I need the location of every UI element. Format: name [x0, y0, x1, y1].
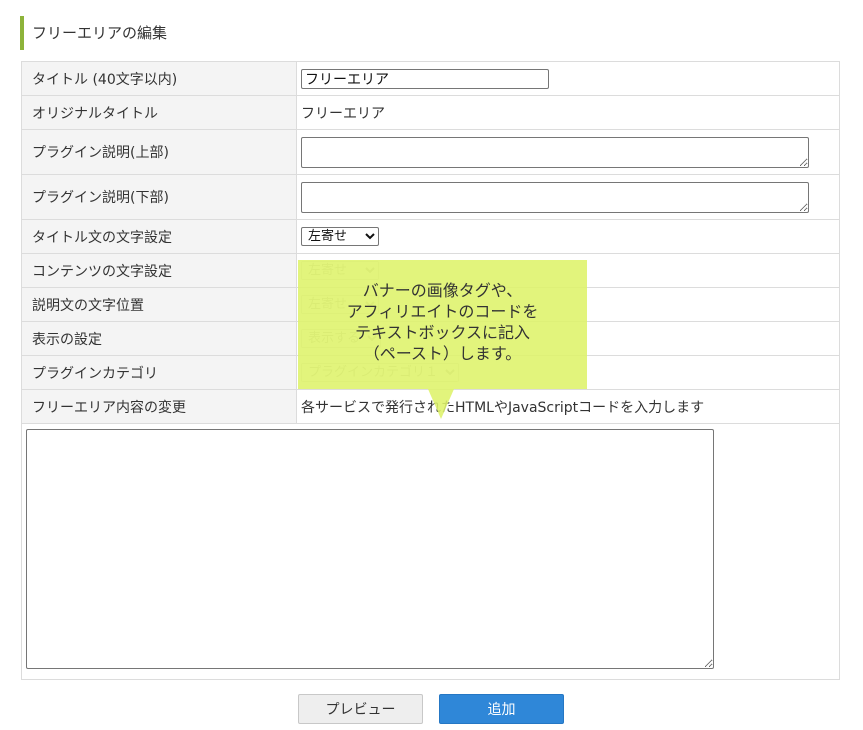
original-title-value: フリーエリア [301, 105, 385, 122]
plugin-category-label: プラグインカテゴリ [22, 356, 297, 389]
plugin-description-bottom-textarea[interactable] [301, 181, 809, 213]
plugin-description-top-textarea[interactable] [301, 136, 809, 168]
help-tooltip: バナーの画像タグや、 アフィリエイトのコードを テキストボックスに記入 （ペース… [298, 260, 587, 389]
tooltip-line: テキストボックスに記入 [354, 322, 531, 342]
display-setting-label: 表示の設定 [22, 322, 297, 355]
table-row: プラグイン説明(上部) [22, 130, 839, 175]
table-row [22, 424, 839, 679]
tooltip-line: （ペースト）します。 [363, 343, 522, 363]
tooltip-line: バナーの画像タグや、 [362, 280, 523, 300]
table-row: タイトル文の文字設定 左寄せ [22, 220, 839, 254]
table-row: プラグイン説明(下部) [22, 175, 839, 220]
table-row: オリジナルタイトル フリーエリア [22, 96, 839, 130]
title-label: タイトル (40文字以内) [22, 62, 297, 95]
free-area-content-label: フリーエリア内容の変更 [22, 390, 297, 423]
preview-button[interactable]: プレビュー [298, 694, 423, 724]
title-text-align-cell: 左寄せ [297, 220, 839, 253]
title-input[interactable] [301, 68, 549, 89]
title-text-align-select[interactable]: 左寄せ [301, 227, 379, 246]
plugin-description-bottom-cell [297, 175, 839, 219]
description-text-align-label: 説明文の文字位置 [22, 288, 297, 321]
content-text-align-label: コンテンツの文字設定 [22, 254, 297, 287]
content-textarea-wrap [22, 424, 839, 679]
title-text-align-label: タイトル文の文字設定 [22, 220, 297, 253]
free-area-content-textarea[interactable] [26, 429, 714, 669]
table-row: タイトル (40文字以内) [22, 62, 839, 96]
original-title-label: オリジナルタイトル [22, 96, 297, 129]
free-area-content-hint: 各サービスで発行されたHTMLやJavaScriptコードを入力します [301, 399, 705, 416]
plugin-description-bottom-label: プラグイン説明(下部) [22, 175, 297, 219]
tooltip-arrow [428, 389, 454, 419]
plugin-description-top-label: プラグイン説明(上部) [22, 130, 297, 174]
plugin-description-top-cell [297, 130, 839, 174]
page-title: フリーエリアの編集 [20, 16, 840, 50]
title-cell [297, 62, 839, 95]
add-button[interactable]: 追加 [439, 694, 564, 724]
tooltip-line: アフィリエイトのコードを [346, 301, 539, 321]
